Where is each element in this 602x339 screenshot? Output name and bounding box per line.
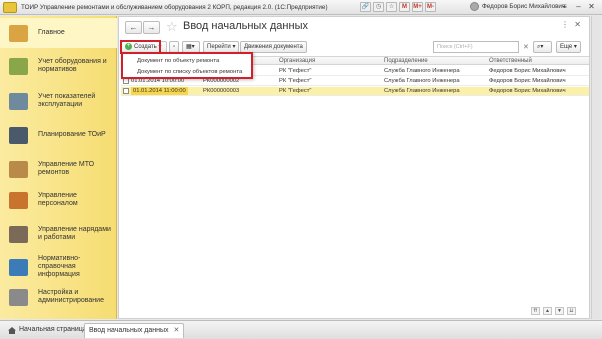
section-label: Учет оборудования и нормативов bbox=[38, 58, 107, 73]
back-button[interactable]: ← bbox=[125, 21, 142, 34]
more-button[interactable]: Еще ▾ bbox=[556, 41, 581, 53]
column-header[interactable]: Организация bbox=[279, 57, 315, 65]
section-label: Нормативно-справочная информация bbox=[38, 255, 81, 278]
tab-active[interactable]: Ввод начальных данных ✕ bbox=[84, 323, 185, 338]
row-date: 01.01.2014 11:00:00 bbox=[131, 87, 188, 95]
settings-icon bbox=[9, 288, 28, 306]
row-department: Служба Главного Инженера bbox=[384, 88, 460, 94]
section-orders[interactable]: Управление нарядами и работами bbox=[0, 219, 117, 249]
search-icon[interactable]: ⌕▾ bbox=[533, 41, 552, 53]
section-label: Управление МТО ремонтов bbox=[38, 161, 95, 176]
section-label: Управление нарядами и работами bbox=[38, 226, 111, 241]
home-icon bbox=[8, 326, 16, 334]
section-main[interactable]: Главное bbox=[0, 18, 117, 48]
section-equipment[interactable]: Учет оборудования и нормативов bbox=[0, 51, 117, 81]
user-block[interactable]: Федоров Борис Михайлович bbox=[470, 2, 565, 11]
forward-button[interactable]: → bbox=[143, 21, 160, 34]
section-label: Планирование ТОиР bbox=[38, 131, 106, 138]
favorites-icon[interactable]: ☆ bbox=[386, 2, 397, 12]
create-dropdown-menu: Документ по объекту ремонта Документ по … bbox=[121, 52, 253, 79]
home-icon bbox=[9, 24, 28, 42]
row-responsible: Федоров Борис Михайлович bbox=[489, 68, 566, 74]
title-bar: ТОИР Управление ремонтами и обслуживание… bbox=[0, 0, 602, 15]
section-reference[interactable]: Нормативно-справочная информация bbox=[0, 252, 117, 282]
user-name: Федоров Борис Михайлович bbox=[482, 3, 566, 10]
close-window-icon[interactable]: ✕ bbox=[585, 1, 598, 13]
link-icon[interactable]: 🔗 bbox=[360, 2, 371, 12]
row-organization: РК "Гефест" bbox=[279, 68, 312, 74]
document-icon bbox=[123, 88, 129, 94]
tab-active-label: Ввод начальных данных bbox=[89, 327, 169, 334]
page-title: Ввод начальных данных bbox=[183, 20, 308, 32]
tab-home-label: Начальная страница bbox=[19, 326, 87, 333]
reference-icon bbox=[9, 258, 28, 276]
menu-icon[interactable]: ≡ bbox=[558, 1, 571, 13]
section-personnel[interactable]: Управление персоналом bbox=[0, 185, 117, 215]
scroll-down-icon[interactable]: ▼ bbox=[555, 307, 564, 315]
equipment-icon bbox=[9, 57, 28, 75]
favorite-star-icon[interactable]: ☆ bbox=[166, 19, 178, 35]
clear-search-icon[interactable]: ✕ bbox=[523, 43, 529, 51]
section-mto[interactable]: Управление МТО ремонтов bbox=[0, 154, 117, 184]
scroll-bottom-icon[interactable]: ⇊ bbox=[567, 307, 576, 315]
section-indicators[interactable]: Учет показателей эксплуатации bbox=[0, 86, 117, 116]
orders-icon bbox=[9, 225, 28, 243]
tab-home[interactable]: Начальная страница bbox=[4, 323, 91, 338]
title-toolbar: 🔗 ◷ ☆ M M+ M- bbox=[360, 2, 436, 12]
goto-label: Перейти bbox=[207, 44, 231, 50]
section-label: Главное bbox=[38, 29, 65, 36]
section-settings[interactable]: Настройка и администрирование bbox=[0, 282, 117, 312]
row-department: Служба Главного Инженера bbox=[384, 68, 460, 74]
scroll-top-icon[interactable]: ⇈ bbox=[531, 307, 540, 315]
user-icon bbox=[470, 2, 479, 11]
memory-mplus-icon[interactable]: M+ bbox=[412, 2, 423, 12]
menu-item-by-object[interactable]: Документ по объекту ремонта bbox=[137, 58, 219, 64]
row-organization: РК "Гефест" bbox=[279, 78, 312, 84]
right-panel-scrollbar[interactable] bbox=[591, 16, 601, 319]
tab-bar: Начальная страница Ввод начальных данных… bbox=[0, 320, 602, 339]
menu-item-by-list[interactable]: Документ по списку объектов ремонта bbox=[137, 69, 242, 75]
row-responsible: Федоров Борис Михайлович bbox=[489, 78, 566, 84]
table-row-selected[interactable]: 01.01.2014 11:00:00 РК000000003 РК "Гефе… bbox=[121, 87, 589, 96]
row-number: РК000000003 bbox=[203, 88, 240, 94]
more-label: Еще bbox=[560, 44, 573, 50]
close-tab-icon[interactable]: ✕ bbox=[174, 327, 180, 334]
memory-mminus-icon[interactable]: M- bbox=[425, 2, 436, 12]
scroll-up-icon[interactable]: ▲ bbox=[543, 307, 552, 315]
indicators-icon bbox=[9, 92, 28, 110]
movements-label: Движения документа bbox=[244, 44, 303, 50]
section-label: Настройка и администрирование bbox=[38, 289, 104, 304]
personnel-icon bbox=[9, 191, 28, 209]
row-department: Служба Главного Инженера bbox=[384, 78, 460, 84]
app-logo bbox=[3, 1, 17, 13]
search-input[interactable]: Поиск (Ctrl+F) bbox=[433, 41, 519, 53]
memory-m-icon[interactable]: M bbox=[399, 2, 410, 12]
planning-icon bbox=[9, 126, 28, 144]
row-responsible: Федоров Борис Михайлович bbox=[489, 88, 566, 94]
window-title: ТОИР Управление ремонтами и обслуживание… bbox=[21, 3, 328, 11]
minimize-icon[interactable]: – bbox=[572, 1, 585, 13]
more-dots-icon[interactable]: ⋮ bbox=[561, 20, 569, 29]
column-header[interactable]: Ответственный bbox=[489, 57, 532, 65]
row-organization: РК "Гефест" bbox=[279, 88, 312, 94]
mto-icon bbox=[9, 160, 28, 178]
section-planning[interactable]: Планирование ТОиР bbox=[0, 120, 117, 150]
close-form-icon[interactable]: ✕ bbox=[574, 20, 581, 29]
history-icon[interactable]: ◷ bbox=[373, 2, 384, 12]
section-label: Управление персоналом bbox=[38, 192, 78, 207]
section-label: Учет показателей эксплуатации bbox=[38, 93, 96, 108]
sections-panel: Главное Учет оборудования и нормативов У… bbox=[0, 16, 117, 319]
column-header[interactable]: Подразделение bbox=[384, 57, 428, 65]
